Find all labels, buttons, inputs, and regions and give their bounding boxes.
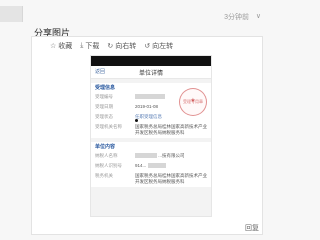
image-toolbar: ☆ 收藏 ⤓ 下载 ↻ 向右转 ↺ 向左转 bbox=[50, 41, 173, 51]
phone-nav-bar: 返回 单位详情 bbox=[91, 66, 211, 79]
official-seal: 受理专用章 bbox=[179, 88, 207, 116]
download-button[interactable]: ⤓ 下载 bbox=[80, 41, 99, 51]
phone-page-title: 单位详情 bbox=[138, 70, 163, 77]
rotate-left-label: 向左转 bbox=[152, 43, 174, 50]
shared-screenshot-image[interactable]: 返回 单位详情 受理信息 受理编号 受理日期 2019-01-08 受理状态 任… bbox=[90, 55, 212, 217]
download-label: 下载 bbox=[85, 43, 100, 50]
info-row: 纳税人名称 ...技有限公司 bbox=[91, 151, 211, 161]
rotate-right-icon: ↻ bbox=[107, 43, 114, 50]
star-icon: ☆ bbox=[50, 43, 57, 50]
chevron-down-icon[interactable]: ∨ bbox=[256, 12, 261, 20]
reply-button[interactable]: 回复 bbox=[245, 223, 259, 233]
info-row: 税务机关 国家税务总局桂林国家高新技术产业开发区税务局纳税服务科 bbox=[91, 171, 211, 187]
redacted-block bbox=[135, 153, 157, 159]
info-row: 受理机关名称 国家税务总局桂林国家高新技术产业开发区税务局纳税服务科 bbox=[91, 122, 211, 138]
favorite-label: 收藏 bbox=[58, 43, 73, 50]
cursor-dot bbox=[135, 119, 138, 122]
rotate-left-button[interactable]: ↺ 向左转 bbox=[144, 41, 173, 51]
rotate-right-label: 向右转 bbox=[115, 43, 137, 50]
back-link: 返回 bbox=[95, 69, 106, 75]
redacted-block bbox=[147, 163, 166, 169]
timestamp: 3分钟前 bbox=[224, 14, 249, 21]
download-icon: ⤓ bbox=[80, 42, 84, 49]
rotate-left-icon: ↺ bbox=[144, 43, 151, 50]
favorite-button[interactable]: ☆ 收藏 bbox=[50, 41, 72, 51]
rotate-right-button[interactable]: ↻ 向右转 bbox=[107, 41, 136, 51]
info-row: 纳税人识别号 914... bbox=[91, 161, 211, 171]
redacted-block bbox=[135, 94, 165, 100]
phone-status-bar bbox=[91, 56, 211, 66]
avatar[interactable] bbox=[0, 6, 23, 22]
section-title: 单位内容 bbox=[91, 142, 211, 151]
